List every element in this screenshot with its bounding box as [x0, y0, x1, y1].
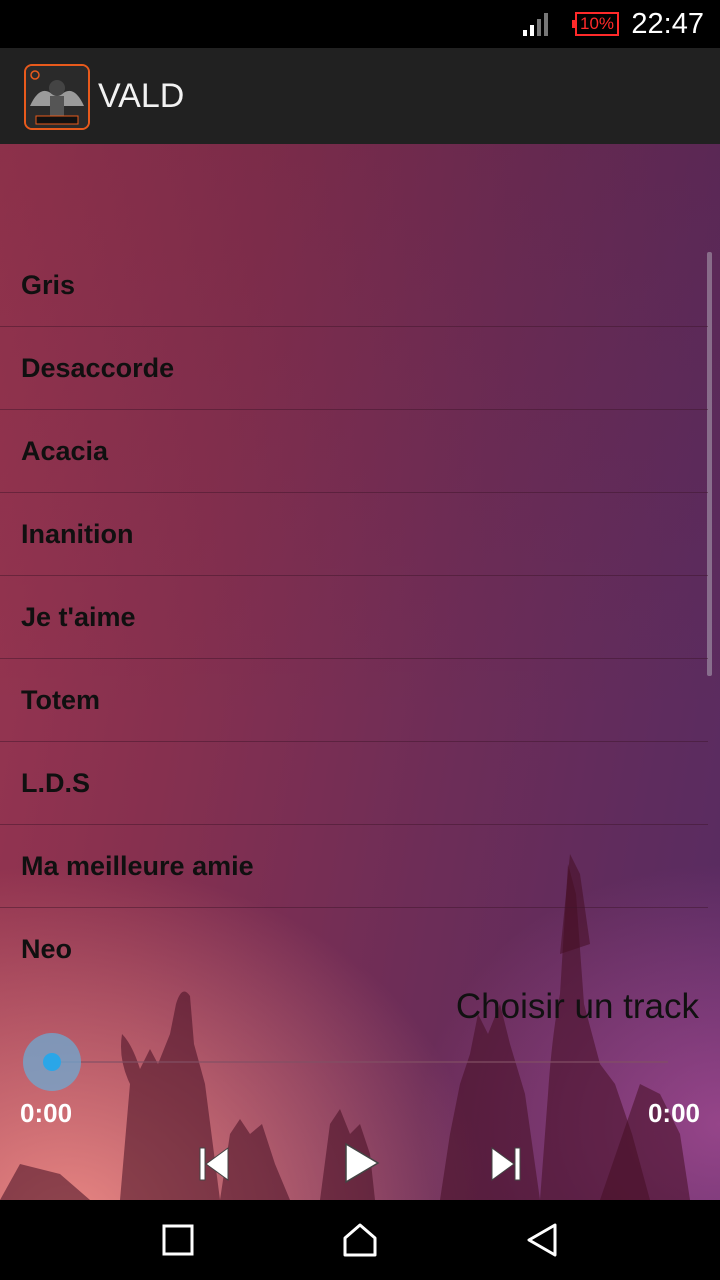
status-bar: 10% 22:47 [0, 0, 720, 48]
back-icon[interactable] [522, 1220, 562, 1260]
track-item[interactable]: Desaccorde [0, 327, 708, 410]
next-icon[interactable] [484, 1140, 528, 1188]
track-label: Neo [21, 934, 73, 964]
track-item[interactable]: Acacia [0, 410, 708, 493]
track-label: Acacia [21, 436, 109, 466]
cell-signal-icon [523, 13, 548, 36]
track-item[interactable]: Inanition [0, 493, 708, 576]
track-item[interactable]: Ma meilleure amie [0, 825, 708, 908]
home-icon[interactable] [340, 1220, 380, 1260]
status-clock: 22:47 [631, 8, 704, 40]
app-title: VALD [98, 77, 185, 115]
total-time: 0:00 [647, 1098, 700, 1128]
track-item[interactable]: L.D.S [0, 742, 708, 825]
app-logo-icon [24, 64, 90, 130]
track-item[interactable]: Neo [0, 908, 708, 990]
track-label: Gris [21, 270, 76, 300]
app-bar: VALD [0, 48, 720, 146]
seek-thumb[interactable] [23, 1033, 81, 1091]
track-label: Totem [21, 685, 100, 715]
seek-bar[interactable] [52, 1061, 668, 1063]
recent-apps-icon[interactable] [158, 1220, 198, 1260]
track-label: Ma meilleure amie [21, 851, 254, 881]
track-label: Desaccorde [21, 353, 175, 383]
previous-icon[interactable] [192, 1140, 236, 1188]
seek-thumb-core [43, 1053, 61, 1071]
track-item[interactable]: Gris [0, 244, 708, 327]
track-list: Gris Desaccorde Acacia Inanition Je t'ai… [0, 244, 708, 990]
system-nav-bar [0, 1200, 720, 1280]
track-label: L.D.S [21, 768, 91, 798]
battery-percentage: 10% [579, 14, 615, 33]
track-label: Inanition [21, 519, 134, 549]
play-icon[interactable] [338, 1140, 384, 1186]
track-item[interactable]: Je t'aime [0, 576, 708, 659]
track-label: Je t'aime [21, 602, 136, 632]
current-time: 0:00 [20, 1098, 73, 1128]
track-item[interactable]: Totem [0, 659, 708, 742]
now-playing-title: Choisir un track [455, 987, 699, 1026]
player-content: Gris Desaccorde Acacia Inanition Je t'ai… [0, 144, 720, 1200]
